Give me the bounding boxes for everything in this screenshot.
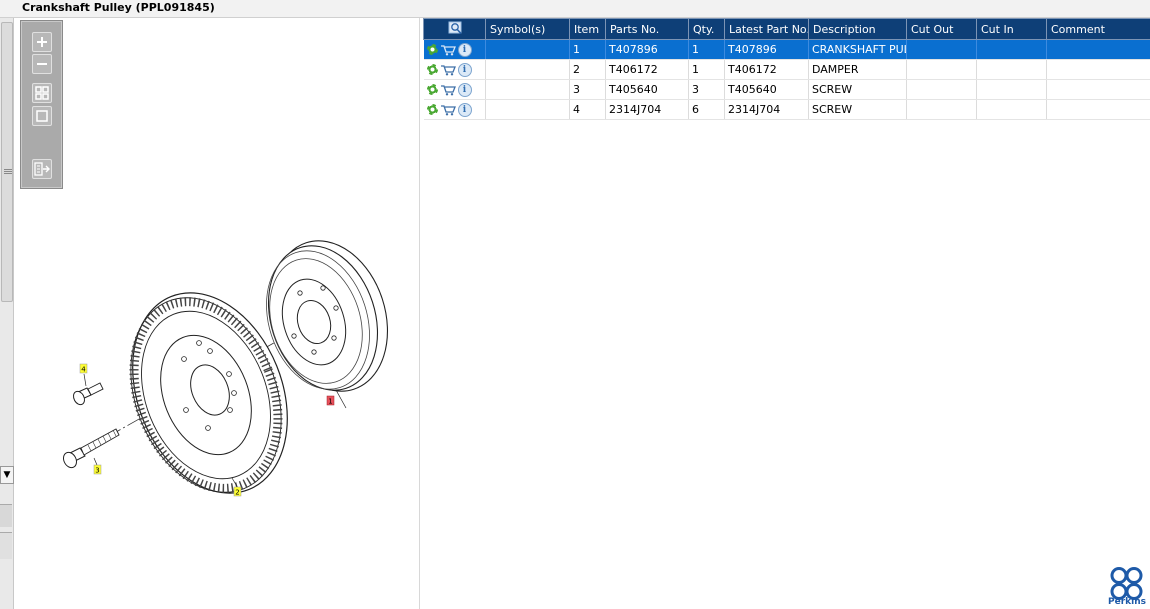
table-row[interactable]: i 1 T407896 1 T407896 CRANKSHAFT PULLEY (423, 39, 1150, 60)
cell-qty: 6 (688, 99, 725, 120)
cell-cut-in (976, 39, 1047, 60)
cell-symbol (485, 59, 570, 80)
table-row[interactable]: i 2 T406172 1 T406172 DAMPER (423, 59, 1150, 80)
gear-icon[interactable] (426, 64, 438, 75)
cell-symbol (485, 79, 570, 100)
column-header-qty[interactable]: Qty. (688, 18, 725, 40)
cell-part-no: T407896 (605, 39, 689, 60)
grip-icon (4, 169, 12, 170)
column-header-description[interactable]: Description (808, 18, 907, 40)
cell-latest-part-no: 2314J704 (724, 99, 809, 120)
callout-1[interactable]: 1 (326, 395, 335, 406)
callout-4[interactable]: 4 (79, 363, 88, 374)
callout-2[interactable]: 2 (233, 486, 242, 497)
cell-latest-part-no: T407896 (724, 39, 809, 60)
gear-icon[interactable] (426, 84, 438, 95)
cell-description: CRANKSHAFT PULLEY (808, 39, 907, 60)
column-header-cut-in[interactable]: Cut In (976, 18, 1047, 40)
table-row[interactable]: i 4 2314J704 6 2314J704 SCREW (423, 99, 1150, 120)
cell-qty: 3 (688, 79, 725, 100)
callout-3[interactable]: 3 (93, 464, 102, 475)
shopping-cart-icon[interactable] (440, 64, 456, 76)
gear-icon[interactable] (426, 44, 438, 55)
column-header-cut-out[interactable]: Cut Out (906, 18, 977, 40)
parts-list-panel: Symbol(s) Item Parts No. Qty. Latest Par… (423, 18, 1150, 609)
shopping-cart-icon[interactable] (440, 84, 456, 96)
callout-4-label: 4 (81, 366, 86, 374)
cell-comment (1046, 39, 1150, 60)
table-header-row: Symbol(s) Item Parts No. Qty. Latest Par… (423, 18, 1150, 40)
cell-item: 3 (569, 79, 606, 100)
row-actions: i (423, 99, 486, 120)
info-icon[interactable]: i (457, 62, 472, 77)
screw-short-part[interactable] (71, 373, 104, 407)
cell-item: 1 (569, 39, 606, 60)
screw-long-part[interactable] (61, 428, 120, 470)
brand-name: Perkins (1108, 597, 1146, 607)
column-header-comment[interactable]: Comment (1046, 18, 1150, 40)
title-bar: Crankshaft Pulley (PPL091845) (0, 0, 1150, 18)
cell-symbol (485, 39, 570, 60)
cell-cut-in (976, 99, 1047, 120)
info-icon[interactable]: i (457, 102, 472, 117)
parts-table: Symbol(s) Item Parts No. Qty. Latest Par… (423, 18, 1150, 120)
cell-latest-part-no: T406172 (724, 59, 809, 80)
column-header-latest-part-no[interactable]: Latest Part No. (724, 18, 809, 40)
cell-latest-part-no: T405640 (724, 79, 809, 100)
row-actions: i (423, 59, 486, 80)
cell-cut-out (906, 79, 977, 100)
find-in-drawing-header[interactable] (423, 18, 486, 40)
gear-icon[interactable] (426, 104, 438, 115)
cell-description: SCREW (808, 99, 907, 120)
cell-comment (1046, 79, 1150, 100)
row-actions: i (423, 79, 486, 100)
cell-symbol (485, 99, 570, 120)
cell-cut-out (906, 39, 977, 60)
collapse-dropdown-button[interactable]: ▼ (0, 466, 14, 484)
left-panel-splitter[interactable] (0, 504, 12, 527)
find-in-drawing-icon (448, 21, 462, 34)
info-icon[interactable]: i (457, 42, 472, 57)
left-scroll-strip: ▼ (0, 18, 14, 609)
shopping-cart-icon[interactable] (440, 44, 456, 56)
cell-part-no: T406172 (605, 59, 689, 80)
cell-description: DAMPER (808, 59, 907, 80)
cell-part-no: 2314J704 (605, 99, 689, 120)
cell-comment (1046, 99, 1150, 120)
column-header-item[interactable]: Item (569, 18, 606, 40)
cell-cut-out (906, 99, 977, 120)
cell-cut-in (976, 59, 1047, 80)
shopping-cart-icon[interactable] (440, 104, 456, 116)
cell-qty: 1 (688, 39, 725, 60)
cell-part-no: T405640 (605, 79, 689, 100)
cell-item: 2 (569, 59, 606, 80)
left-panel-scroll[interactable] (0, 532, 12, 559)
cell-comment (1046, 59, 1150, 80)
window-title: Crankshaft Pulley (PPL091845) (22, 1, 215, 14)
info-icon[interactable]: i (457, 82, 472, 97)
drawing-panel: 1 2 3 4 (18, 18, 420, 609)
cell-cut-in (976, 79, 1047, 100)
cell-qty: 1 (688, 59, 725, 80)
callout-1-label: 1 (328, 398, 332, 406)
exploded-view-diagram[interactable]: 1 2 3 4 (18, 18, 419, 609)
callout-3-label: 3 (95, 467, 99, 475)
column-header-symbols[interactable]: Symbol(s) (485, 18, 570, 40)
table-row[interactable]: i 3 T405640 3 T405640 SCREW (423, 79, 1150, 100)
cell-cut-out (906, 59, 977, 80)
cell-description: SCREW (808, 79, 907, 100)
callout-2-label: 2 (235, 489, 239, 497)
row-actions: i (423, 39, 486, 60)
column-header-parts-no[interactable]: Parts No. (605, 18, 689, 40)
cell-item: 4 (569, 99, 606, 120)
left-scrollbar-thumb[interactable] (1, 22, 13, 302)
